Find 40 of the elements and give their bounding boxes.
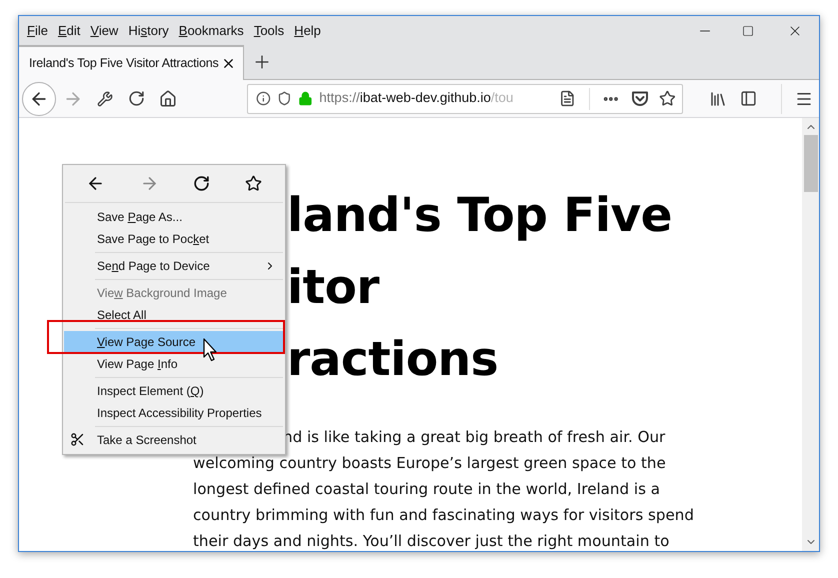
close-icon[interactable] (221, 56, 236, 71)
home-icon[interactable] (159, 90, 177, 108)
reload-icon[interactable] (193, 175, 210, 192)
context-menu-item[interactable]: View Page Info (64, 353, 284, 375)
lock-icon[interactable] (298, 91, 312, 106)
context-menu-item[interactable]: Inspect Accessibility Properties (64, 402, 284, 424)
scrollbar[interactable] (802, 118, 819, 551)
library-icon[interactable] (709, 90, 727, 108)
menu-bar-item[interactable]: File (24, 20, 51, 40)
tab-title: Ireland's Top Five Visitor Attractions (29, 55, 220, 72)
info-icon[interactable] (256, 91, 271, 106)
menu-bar-item[interactable]: View (87, 20, 122, 40)
page-heading: land's Top Five itor ractions (287, 187, 672, 389)
menu-bar-item[interactable]: Edit (54, 20, 84, 40)
star-icon[interactable] (659, 90, 676, 107)
wrench-icon[interactable] (97, 90, 113, 106)
browser-tab[interactable]: Ireland's Top Five Visitor Attractions (19, 45, 244, 80)
scrollbar-thumb[interactable] (804, 135, 818, 192)
context-menu-item[interactable]: Take a Screenshot (64, 429, 284, 451)
menu-bar-item[interactable]: Bookmarks (176, 20, 247, 40)
context-menu-item[interactable]: Select All (64, 304, 284, 326)
menu-bar-item[interactable]: Help (291, 20, 324, 40)
address-bar[interactable]: https://ibat-web-dev.github.io/tou (247, 84, 683, 114)
back-button[interactable] (22, 82, 56, 116)
menu-bar-item[interactable]: Tools (250, 20, 288, 40)
context-menu-item[interactable]: Save Page to Pocket (64, 228, 284, 250)
menu-bar-item[interactable]: History (125, 20, 172, 40)
reload-icon[interactable] (128, 90, 145, 107)
pocket-icon[interactable] (631, 90, 650, 106)
maximize-icon[interactable] (742, 24, 754, 36)
sidebar-icon[interactable] (740, 90, 757, 107)
context-menu-item[interactable]: View Page Source (64, 331, 284, 353)
scissors-icon (70, 432, 85, 447)
context-menu-item[interactable]: Inspect Element (Q) (64, 380, 284, 402)
star-icon[interactable] (244, 175, 262, 192)
url-text[interactable]: https://ibat-web-dev.github.io/tou (319, 88, 548, 109)
reader-view-icon[interactable] (558, 90, 576, 107)
shield-icon[interactable] (276, 91, 292, 106)
context-menu-item[interactable]: Send Page to Device (64, 255, 284, 277)
context-menu-item[interactable]: Save Page As... (64, 206, 284, 228)
